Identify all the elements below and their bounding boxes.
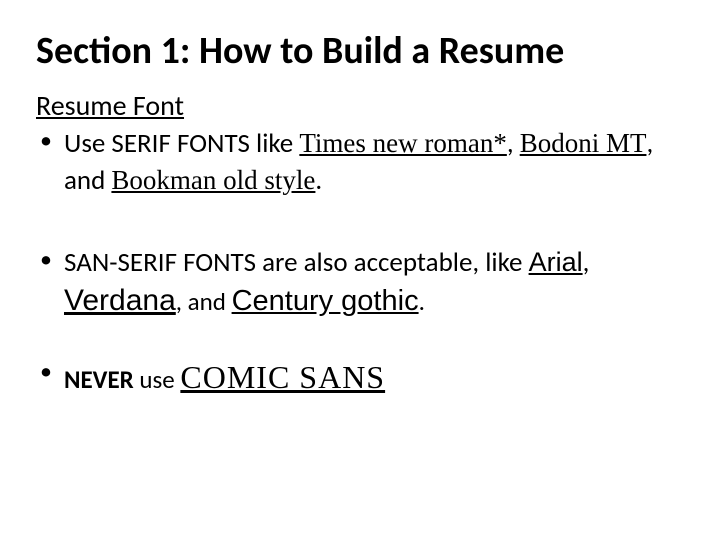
- text-use: use: [134, 364, 181, 395]
- font-bookman-old-style: Bookman old style: [111, 165, 315, 195]
- text-and: and: [188, 286, 232, 317]
- bullet-serif-fonts: Use SERIF FONTS like Times new roman*, B…: [36, 125, 684, 200]
- bullet-list: Use SERIF FONTS like Times new roman*, B…: [36, 125, 684, 399]
- slide: Section 1: How to Build a Resume Resume …: [0, 0, 720, 453]
- font-bodoni-mt: Bodoni MT: [520, 128, 647, 158]
- text-comma: ,: [583, 246, 590, 279]
- text-comma: ,: [507, 127, 520, 160]
- text-comma: ,: [176, 286, 188, 317]
- font-times-new-roman: Times new roman*: [299, 128, 507, 158]
- text-never: NEVER: [64, 364, 134, 395]
- text-period: .: [315, 164, 322, 197]
- slide-title: Section 1: How to Build a Resume: [36, 28, 684, 74]
- bullet-never-comic-sans: NEVER use COMIC SANS: [36, 356, 684, 399]
- text-like: like: [256, 127, 299, 160]
- font-century-gothic: Century gothic: [232, 285, 419, 317]
- font-comic-sans: COMIC SANS: [180, 359, 385, 395]
- text-period: .: [419, 286, 425, 317]
- text-lead: SAN-SERIF FONTS are also acceptable, lik…: [64, 246, 529, 279]
- text-and: and: [64, 164, 111, 197]
- text-lead: Use SERIF FONTS: [64, 127, 256, 160]
- bullet-sans-serif-fonts: SAN-SERIF FONTS are also acceptable, lik…: [36, 244, 684, 322]
- subheading-resume-font: Resume Font: [36, 88, 684, 123]
- font-verdana: Verdana: [64, 284, 176, 317]
- text-comma: ,: [646, 127, 653, 160]
- font-arial: Arial: [529, 247, 583, 277]
